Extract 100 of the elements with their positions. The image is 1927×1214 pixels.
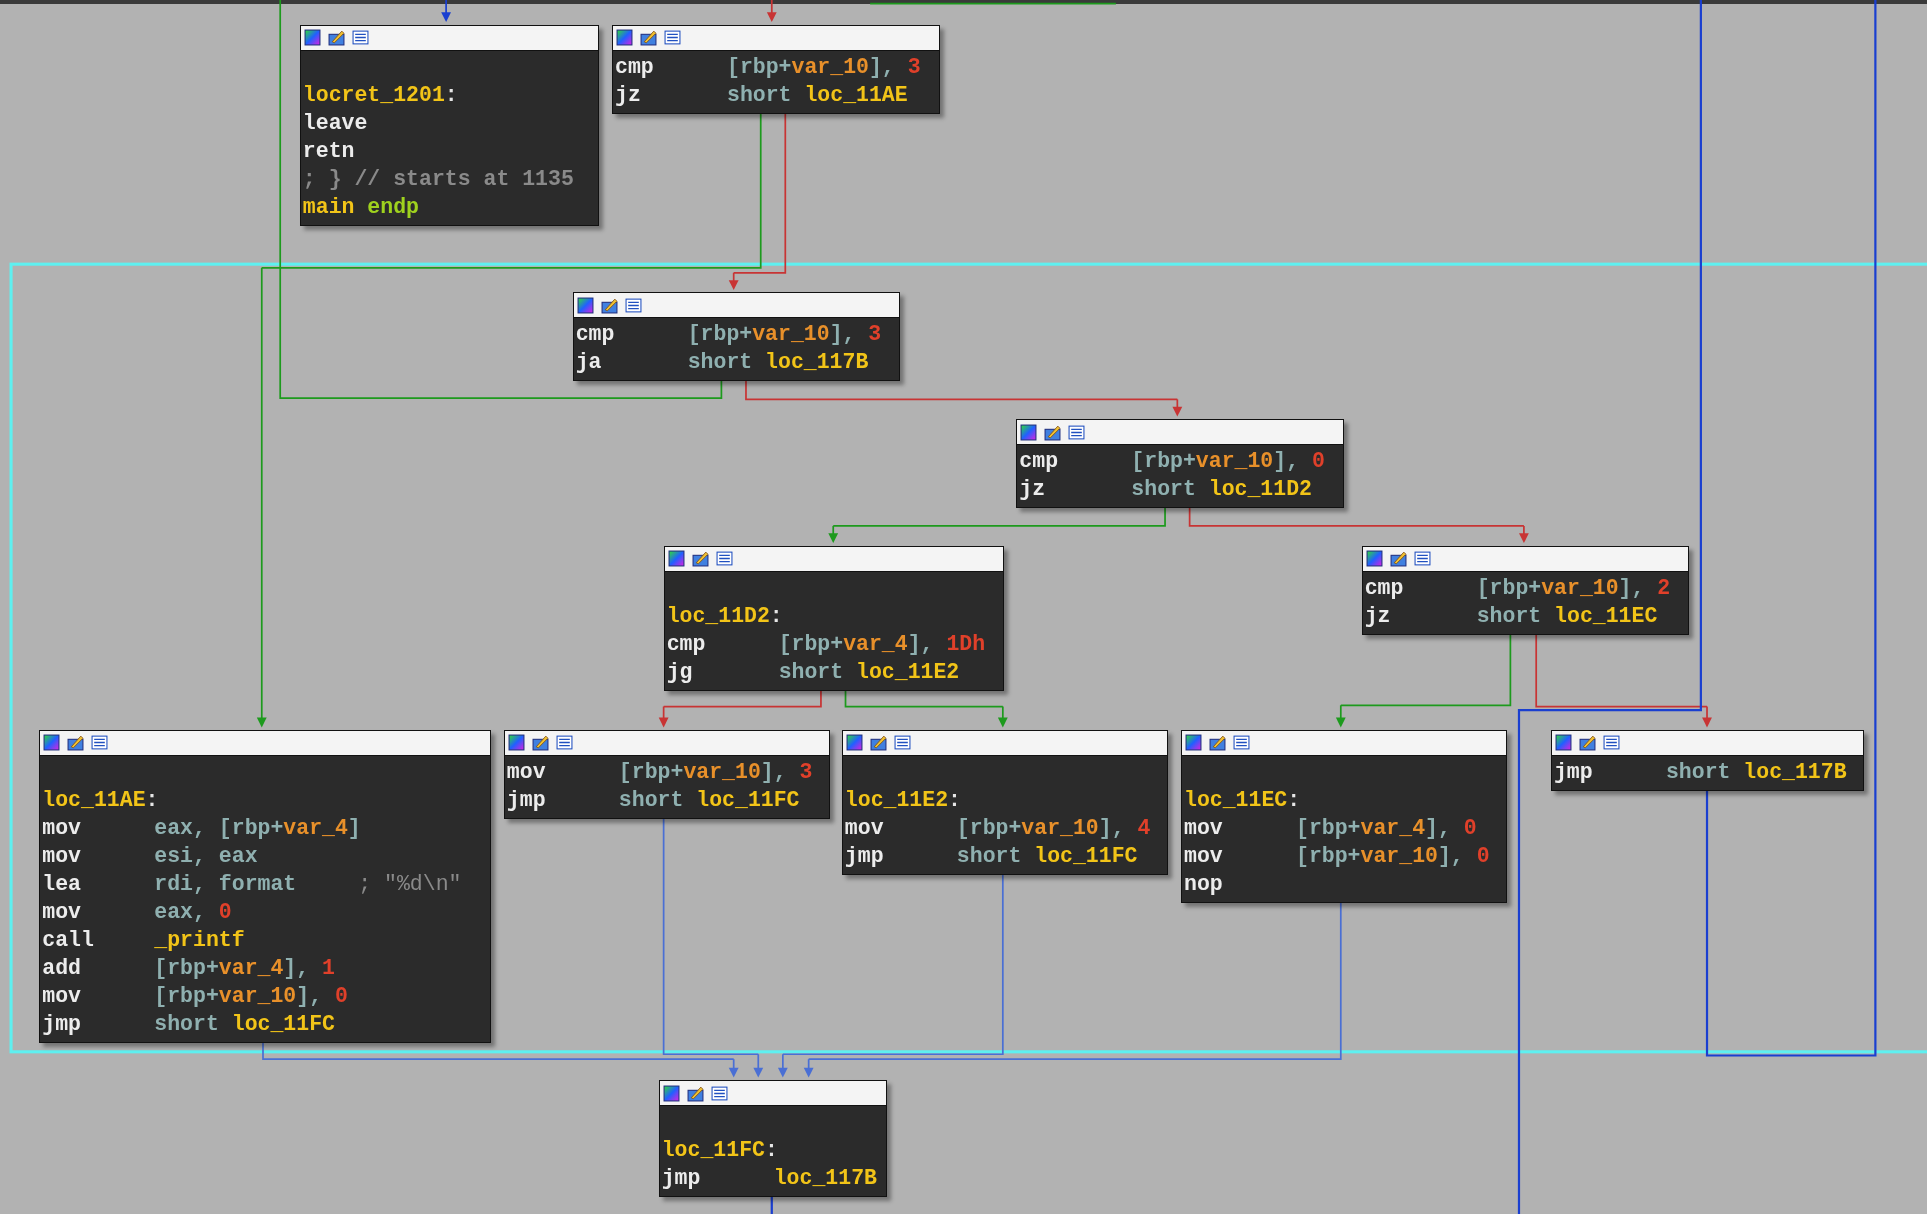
comment-text: ; } // starts at 1135: [302, 165, 574, 193]
pencil-icon[interactable]: [67, 734, 85, 752]
graph-node[interactable]: cmp [rbp+var_10], 0 jz short loc_11D2: [1016, 419, 1344, 509]
operand-text: rdi, format ; "%d\n": [154, 871, 462, 898]
color-square-icon[interactable]: [667, 550, 685, 568]
graph-edge: [770, 1194, 773, 1214]
pencil-icon[interactable]: [1209, 734, 1226, 752]
pencil-icon[interactable]: [686, 1084, 704, 1102]
grid-icon[interactable]: [1068, 423, 1086, 441]
operand-text: _printf: [154, 927, 245, 954]
edge-arrow: [1172, 398, 1183, 417]
graph-node[interactable]: loc_11D2: cmp [rbp+var_4], 1Dh jg short loc_11E2: [663, 545, 1004, 691]
label-text: locret_1201:: [302, 81, 458, 109]
graph-node[interactable]: cmp [rbp+var_10], 2 jz short loc_11EC: [1361, 545, 1690, 635]
operand-text: esi, eax: [154, 843, 258, 870]
operand-text: short loc_11FC: [956, 843, 1138, 870]
mnemonic-text: jmp: [661, 1165, 702, 1193]
color-square-icon[interactable]: [616, 29, 633, 47]
edge-arrow: [803, 1058, 814, 1078]
pencil-icon[interactable]: [531, 734, 549, 752]
mnemonic-text: mov: [42, 983, 83, 1010]
edge-arrow: [441, 0, 452, 23]
mnemonic-text: jz: [615, 81, 642, 109]
operand-text: [rbp+var_10], 0: [1131, 448, 1325, 476]
edge-arrow: [766, 0, 777, 23]
color-square-icon[interactable]: [43, 734, 61, 752]
pencil-icon[interactable]: [640, 29, 657, 47]
grid-icon[interactable]: [555, 734, 573, 752]
edge-arrow: [728, 271, 739, 290]
mnemonic-text: cmp: [575, 321, 616, 349]
mnemonic-text: leave: [302, 109, 369, 137]
grid-icon[interactable]: [91, 734, 109, 752]
mnemonic-text: jg: [666, 658, 694, 686]
graph-node[interactable]: cmp [rbp+var_10], 3 ja short loc_117B: [572, 292, 901, 382]
grid-icon[interactable]: [1413, 550, 1431, 568]
grid-icon[interactable]: [1602, 734, 1620, 752]
label-text: loc_11AE:: [42, 787, 159, 814]
pencil-icon[interactable]: [1044, 423, 1062, 441]
operand-text: [rbp+var_10], 4: [956, 815, 1151, 842]
operand-text: short loc_117B: [687, 349, 869, 377]
color-square-icon[interactable]: [1365, 550, 1383, 568]
operand-text: [rbp+var_10], 3: [727, 53, 921, 81]
mnemonic-text: nop: [1184, 871, 1224, 898]
color-square-icon[interactable]: [507, 734, 525, 752]
edge-arrow: [828, 525, 839, 544]
edge-arrow: [1702, 705, 1712, 728]
graph-node[interactable]: loc_11FC: jmp loc_117B: [658, 1080, 887, 1198]
color-square-icon[interactable]: [845, 734, 863, 752]
pencil-icon[interactable]: [600, 297, 618, 314]
grid-icon[interactable]: [1233, 734, 1250, 752]
edge-arrow: [1335, 704, 1346, 728]
pencil-icon[interactable]: [1389, 550, 1407, 568]
mnemonic-text: ja: [575, 349, 603, 377]
pencil-icon[interactable]: [1578, 734, 1596, 752]
graph-node[interactable]: locret_1201: leave retn ; } // starts at 1135 main endp: [299, 24, 600, 226]
grid-icon[interactable]: [664, 29, 681, 47]
pencil-icon[interactable]: [691, 550, 709, 568]
edge-arrow: [777, 1053, 788, 1078]
mnemonic-text: call: [42, 927, 95, 954]
grid-icon[interactable]: [351, 29, 369, 47]
color-square-icon[interactable]: [662, 1084, 680, 1102]
mnemonic-text: jmp: [1553, 759, 1594, 786]
directive-text: main endp: [302, 193, 419, 221]
label-text: loc_11E2:: [844, 787, 961, 814]
operand-text: short loc_11FC: [618, 787, 800, 814]
grid-icon[interactable]: [715, 550, 733, 568]
mnemonic-text: retn: [302, 137, 356, 165]
graph-node[interactable]: mov [rbp+var_10], 3 jmp short loc_11FC: [503, 730, 831, 819]
pencil-icon[interactable]: [327, 29, 345, 47]
graph-node[interactable]: jmp short loc_117B: [1550, 730, 1864, 791]
graph-node[interactable]: loc_11EC: mov [rbp+var_4], 0 mov [rbp+var_10], 0 nop: [1181, 730, 1508, 903]
label-text: loc_11EC:: [1184, 787, 1301, 814]
operand-text: short loc_11E2: [778, 658, 960, 686]
mnemonic-text: mov: [42, 899, 83, 926]
operand-text: loc_117B: [773, 1165, 877, 1193]
color-square-icon[interactable]: [1020, 423, 1038, 441]
operand-text: short loc_11D2: [1131, 476, 1312, 504]
mnemonic-text: mov: [1184, 815, 1224, 842]
color-square-icon[interactable]: [1185, 734, 1202, 752]
color-square-icon[interactable]: [1554, 734, 1572, 752]
mnemonic-text: mov: [844, 815, 885, 842]
mnemonic-text: jz: [1364, 602, 1392, 630]
label-text: loc_11D2:: [666, 602, 783, 630]
edge-arrow: [728, 1058, 739, 1078]
edge-arrow: [753, 1053, 764, 1078]
grid-icon[interactable]: [710, 1084, 728, 1102]
color-square-icon[interactable]: [576, 297, 594, 314]
grid-icon[interactable]: [893, 734, 911, 752]
operand-text: [rbp+var_10], 3: [687, 321, 882, 349]
edge-arrow: [658, 705, 669, 728]
graph-node[interactable]: cmp [rbp+var_10], 3 jz short loc_11AE: [612, 24, 940, 114]
edge-arrow: [997, 705, 1008, 728]
pencil-icon[interactable]: [869, 734, 887, 752]
grid-icon[interactable]: [624, 297, 642, 314]
graph-node[interactable]: loc_11AE: mov eax, [rbp+var_4] mov esi, eax lea rdi, format ; "%d\n" mov eax, 0 call _printf add [rbp+var_4], 1 mov [rbp+var_10], 0 jmp short loc_11FC: [39, 730, 492, 1043]
operand-text: short loc_11AE: [727, 81, 908, 109]
color-square-icon[interactable]: [303, 29, 321, 47]
mnemonic-text: jmp: [844, 843, 885, 870]
graph-node[interactable]: loc_11E2: mov [rbp+var_10], 4 jmp short loc_11FC: [841, 730, 1169, 875]
mnemonic-text: mov: [42, 843, 83, 870]
